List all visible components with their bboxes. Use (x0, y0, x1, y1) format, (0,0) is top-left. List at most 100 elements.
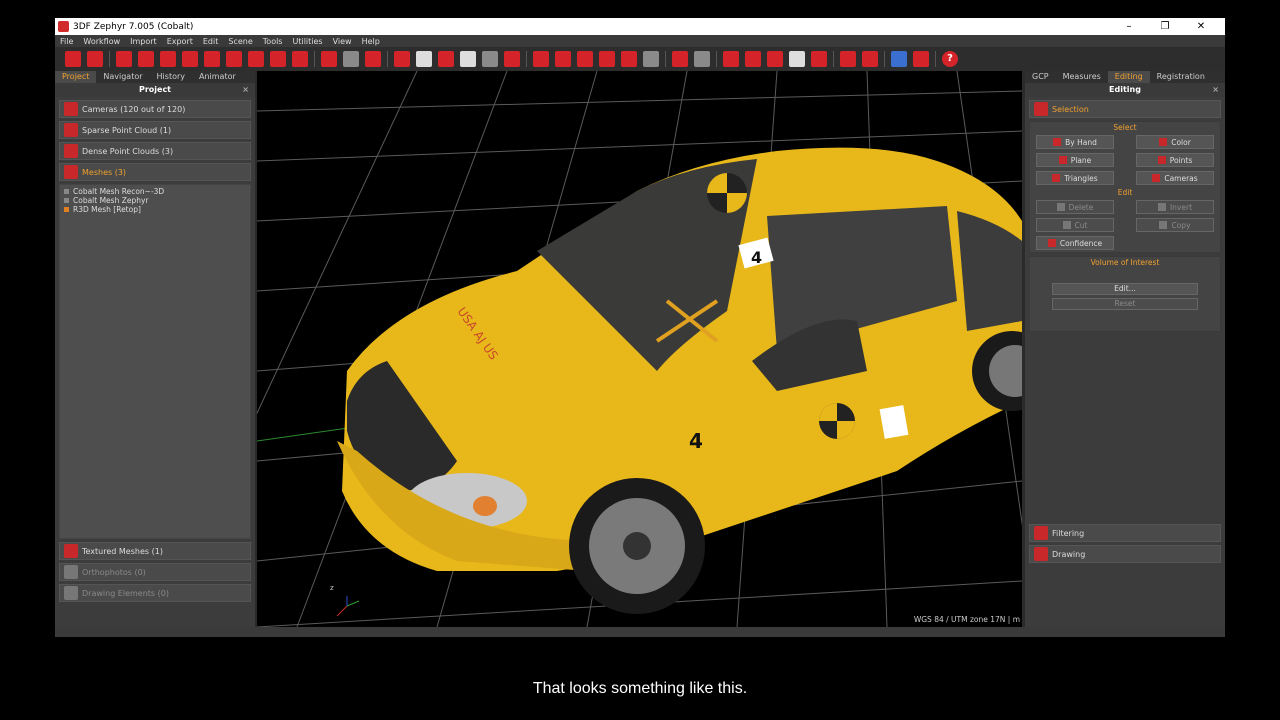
voi-edit-button[interactable]: Edit... (1052, 283, 1198, 295)
drawing-section[interactable]: Drawing (1029, 545, 1221, 563)
list-item[interactable]: R3D Mesh [Retop] (62, 205, 248, 214)
invert-button[interactable]: Invert (1136, 200, 1214, 214)
menu-export[interactable]: Export (162, 37, 198, 46)
tree-icon[interactable] (365, 51, 381, 67)
button-label: Plane (1070, 155, 1092, 165)
section-label: Drawing Elements (0) (82, 588, 169, 598)
mesh-icon[interactable] (226, 51, 242, 67)
minimize-button[interactable]: – (1111, 18, 1147, 35)
color-button[interactable]: Color (1136, 135, 1214, 149)
script-icon[interactable] (840, 51, 856, 67)
close-button[interactable]: ✕ (1183, 18, 1219, 35)
box-icon[interactable] (599, 51, 615, 67)
copy-button[interactable]: Copy (1136, 218, 1214, 232)
close-panel-icon[interactable]: × (1212, 83, 1219, 97)
save-icon[interactable] (87, 51, 103, 67)
redo-icon[interactable] (694, 51, 710, 67)
section-label: Filtering (1052, 528, 1085, 538)
restore-button[interactable]: ❐ (1147, 18, 1183, 35)
menu-view[interactable]: View (328, 37, 357, 46)
menu-file[interactable]: File (55, 37, 78, 46)
camera-icon[interactable] (292, 51, 308, 67)
gear-icon[interactable] (862, 51, 878, 67)
menu-import[interactable]: Import (125, 37, 162, 46)
toolbar-separator (526, 51, 527, 67)
sparse-cloud-icon[interactable] (182, 51, 198, 67)
menu-scene[interactable]: Scene (223, 37, 257, 46)
tab-history[interactable]: History (150, 71, 192, 83)
tab-animator[interactable]: Animator (192, 71, 243, 83)
undo-icon[interactable] (672, 51, 688, 67)
triangle-icon[interactable] (416, 51, 432, 67)
export-icon[interactable] (270, 51, 286, 67)
cut-button[interactable]: Cut (1036, 218, 1114, 232)
checkbox-icon[interactable] (64, 198, 69, 203)
editing-panel: GCP Measures Editing Registration Editin… (1025, 71, 1225, 627)
tab-editing[interactable]: Editing (1107, 71, 1150, 83)
confidence-button[interactable]: Confidence (1036, 236, 1114, 250)
move-icon[interactable] (723, 51, 739, 67)
drawing-icon (1034, 547, 1048, 561)
cameras-button[interactable]: Cameras (1136, 171, 1214, 185)
box-solid-icon[interactable] (621, 51, 637, 67)
robot-icon[interactable] (533, 51, 549, 67)
plane-button[interactable]: Plane (1036, 153, 1114, 167)
textured-meshes-section[interactable]: Textured Meshes (1) (59, 542, 251, 560)
toolbar-separator (665, 51, 666, 67)
tab-registration[interactable]: Registration (1150, 71, 1212, 83)
tab-measures[interactable]: Measures (1056, 71, 1108, 83)
menu-workflow[interactable]: Workflow (78, 37, 125, 46)
checkbox-icon[interactable] (64, 207, 69, 212)
cube-red-icon[interactable] (913, 51, 929, 67)
chart-icon[interactable] (811, 51, 827, 67)
cube-alt-icon[interactable] (138, 51, 154, 67)
cameras-section[interactable]: Cameras (120 out of 120) (59, 100, 251, 118)
sphere-icon[interactable] (555, 51, 571, 67)
sparse-cloud-section[interactable]: Sparse Point Cloud (1) (59, 121, 251, 139)
dense-clouds-section[interactable]: Dense Point Clouds (3) (59, 142, 251, 160)
selection-section[interactable]: Selection (1029, 100, 1221, 118)
filtering-section[interactable]: Filtering (1029, 524, 1221, 542)
crop-icon[interactable] (745, 51, 761, 67)
tab-gcp[interactable]: GCP (1025, 71, 1056, 83)
wireframe-icon[interactable] (460, 51, 476, 67)
cube-blue-icon[interactable] (891, 51, 907, 67)
delete-button[interactable]: Delete (1036, 200, 1114, 214)
cube-stack-icon[interactable] (160, 51, 176, 67)
pin-icon[interactable] (394, 51, 410, 67)
axis-gizmo: z (330, 584, 360, 617)
menu-edit[interactable]: Edit (198, 37, 224, 46)
target-icon[interactable] (343, 51, 359, 67)
triangles-button[interactable]: Triangles (1036, 171, 1114, 185)
by-hand-button[interactable]: By Hand (1036, 135, 1114, 149)
meshes-section[interactable]: Meshes (3) (59, 163, 251, 181)
grid-icon[interactable] (482, 51, 498, 67)
ruler-icon[interactable] (767, 51, 783, 67)
texture-icon[interactable] (248, 51, 264, 67)
tab-project[interactable]: Project (55, 71, 97, 83)
list-item[interactable]: Cobalt Mesh Recon~-3D (62, 187, 248, 196)
button-label: Cut (1074, 220, 1088, 230)
drawing-elements-section[interactable]: Drawing Elements (0) (59, 584, 251, 602)
dense-cloud-icon[interactable] (204, 51, 220, 67)
help-icon[interactable]: ? (942, 51, 958, 67)
screenshot-icon[interactable] (643, 51, 659, 67)
menu-help[interactable]: Help (357, 37, 385, 46)
tab-navigator[interactable]: Navigator (96, 71, 149, 83)
3d-viewport[interactable]: 4 4 USA AJ US z WGS 84 / UTM zone 17N | … (257, 71, 1022, 627)
angle-icon[interactable] (789, 51, 805, 67)
brush-icon[interactable] (504, 51, 520, 67)
cube-icon[interactable] (116, 51, 132, 67)
triangle-red-icon[interactable] (438, 51, 454, 67)
menu-tools[interactable]: Tools (258, 37, 288, 46)
list-item[interactable]: Cobalt Mesh Zephyr (62, 196, 248, 205)
orbit-icon[interactable] (321, 51, 337, 67)
checkbox-icon[interactable] (64, 189, 69, 194)
points-button[interactable]: Points (1136, 153, 1214, 167)
close-panel-icon[interactable]: × (242, 83, 249, 97)
new-project-icon[interactable] (65, 51, 81, 67)
menu-utilities[interactable]: Utilities (287, 37, 327, 46)
sphere-grid-icon[interactable] (577, 51, 593, 67)
voi-reset-button[interactable]: Reset (1052, 298, 1198, 310)
orthophotos-section[interactable]: Orthophotos (0) (59, 563, 251, 581)
